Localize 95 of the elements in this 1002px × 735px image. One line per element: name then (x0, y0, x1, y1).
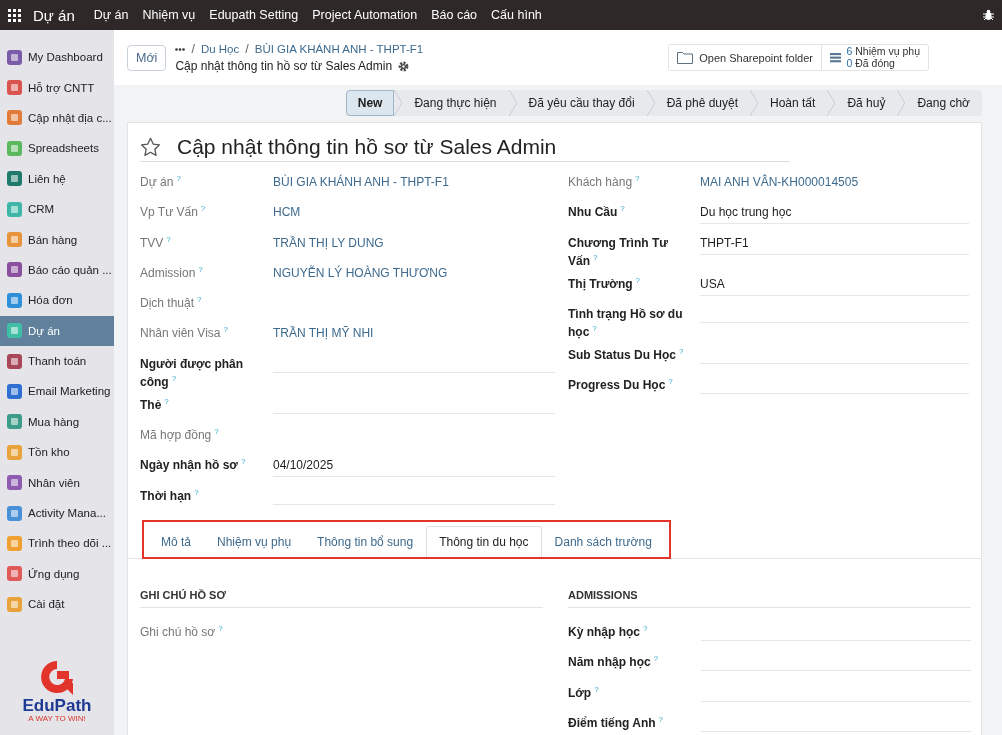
logo-tagline: A WAY TO WIN! (28, 714, 86, 723)
field-link[interactable]: BÙI GIA KHÁNH ANH - THPT-F1 (273, 173, 555, 194)
settings-icon[interactable] (398, 60, 410, 72)
field-label: Kỳ nhập học $^{?}$ (568, 622, 649, 641)
sidebar-item[interactable]: Activity Mana... (0, 497, 114, 529)
record-title: Cập nhật thông tin hồ sơ từ Sales Admin (175, 59, 393, 73)
form-title[interactable]: Cập nhật thông tin hồ sơ từ Sales Admin (177, 135, 557, 159)
menu-item[interactable]: Project Automation (305, 8, 425, 22)
field-label: Vp Tư Vấn $^{?}$ (140, 203, 207, 222)
sidebar-item[interactable]: Trình theo dõi ... (0, 528, 114, 559)
folder-icon (677, 51, 694, 64)
menu-item[interactable]: Edupath Setting (202, 8, 306, 22)
stage-button[interactable]: New (345, 90, 395, 116)
field-value[interactable]: Du học trung học (700, 203, 969, 225)
field-label: Dự án $^{?}$ (140, 173, 182, 191)
field-label: Progress Du Học $^{?}$ (568, 376, 674, 395)
field-label: Lớp $^{?}$ (568, 683, 600, 702)
field-label: Ghi chú hồ sơ $^{?}$ (140, 622, 224, 641)
field-label: Thời hạn $^{?}$ (140, 486, 200, 505)
sidebar-item[interactable]: Hóa đơn (0, 285, 114, 316)
section-title: ADMISSIONS (568, 588, 971, 608)
sidebar-item[interactable]: Cài đặt (0, 589, 114, 620)
sidebar-item[interactable]: My Dashboard (0, 42, 114, 73)
menu-item[interactable]: Cấu hình (484, 8, 549, 22)
sidebar-item[interactable]: Cập nhật địa c... (0, 102, 114, 134)
field-label: Mã hợp đồng $^{?}$ (140, 426, 220, 445)
field-label: Dịch thuật $^{?}$ (140, 294, 203, 313)
field-label: Khách hàng $^{?}$ (568, 173, 641, 191)
stage-button[interactable]: Hoàn tất (758, 90, 828, 116)
stage-button[interactable]: Đang thực hiện (402, 90, 509, 116)
chevron-divider (897, 90, 906, 116)
sidebar-item[interactable]: Ứng dụng (0, 558, 114, 590)
field-label: Thẻ $^{?}$ (140, 395, 170, 414)
stage-button[interactable]: Đã phê duyệt (654, 90, 750, 116)
tab[interactable]: Thông tin du học (426, 525, 542, 557)
field-label: Năm nhập học $^{?}$ (568, 653, 660, 672)
field-label: Admission $^{?}$ (140, 263, 204, 282)
star-icon[interactable] (140, 137, 161, 157)
field-label: TVV $^{?}$ (140, 233, 172, 252)
sidebar-item[interactable]: Nhân viên (0, 467, 114, 498)
bug-icon[interactable] (983, 9, 994, 21)
field-link[interactable]: TRẦN THỊ MỸ NHI (273, 324, 555, 346)
chevron-divider (750, 90, 758, 116)
sidebar-item[interactable]: Tồn kho (0, 437, 114, 468)
logo-icon (39, 659, 75, 697)
subtasks-stat[interactable]: 6 Nhiệm vụ phụ 0 Đã đóng (822, 45, 928, 70)
sidebar-item[interactable]: Liên hệ (0, 163, 114, 194)
field-link[interactable]: MAI ANH VÂN-KH000014505 (700, 173, 969, 194)
breadcrumb-separator: / (191, 42, 195, 56)
field-label: Ngày nhận hồ sơ $^{?}$ (140, 456, 247, 475)
field-link[interactable]: NGUYỄN LÝ HOÀNG THƯƠNG (273, 263, 555, 285)
chevron-divider (394, 90, 403, 116)
menu-item[interactable]: Báo cáo (424, 8, 485, 22)
breadcrumb-link[interactable]: BÙI GIA KHÁNH ANH - THPT-F1 (254, 43, 424, 55)
sidebar-item[interactable]: Email Marketing (0, 376, 114, 407)
field-label: Chương Trình Tư Vấn $^{?}$ (568, 234, 669, 270)
subtasks-text: 6 Nhiệm vụ phụ 0 Đã đóng (846, 45, 920, 70)
menu-item[interactable]: Dự án (86, 8, 136, 22)
field-label: Người được phân công $^{?}$ (140, 355, 245, 391)
chevron-divider (646, 90, 655, 116)
field-value[interactable]: 04/10/2025 (273, 456, 555, 478)
sidebar-item[interactable]: Mua hàng (0, 406, 114, 438)
sidebar-item[interactable]: Dự án (0, 315, 114, 346)
stage-button[interactable]: Đã yêu cầu thay đổi (516, 90, 647, 116)
menu-item[interactable]: Nhiệm vụ (135, 8, 203, 22)
sidebar-item[interactable]: Bán hàng (0, 224, 114, 255)
field-link[interactable]: TRẦN THỊ LY DUNG (273, 233, 555, 255)
field-label: Tình trạng Hồ sơ du học $^{?}$ (568, 305, 684, 341)
apps-menu-icon[interactable] (8, 8, 21, 22)
app-brand[interactable]: Dự án (33, 6, 75, 24)
create-button[interactable]: Mới (127, 44, 167, 71)
sidebar-item[interactable]: Spreadsheets (0, 133, 114, 164)
sidebar-item[interactable]: Hỗ trợ CNTT (0, 72, 114, 103)
field-label: Điểm tiếng Anh $^{?}$ (568, 713, 664, 732)
sidebar-item[interactable]: Báo cáo quản ... (0, 254, 114, 286)
sidebar-item[interactable]: Thanh toán (0, 345, 114, 377)
stage-button[interactable]: Đang chờ (905, 90, 982, 116)
field-label: Nhân viên Visa $^{?}$ (140, 324, 229, 343)
more-icon[interactable] (175, 47, 186, 51)
section-title: GHI CHÚ HỒ SƠ (140, 588, 543, 608)
field-label: Nhu Cầu $^{?}$ (568, 203, 626, 222)
logo-name: EduPath (22, 697, 92, 714)
breadcrumb-link[interactable]: Du Học (200, 43, 240, 55)
list-icon (830, 50, 842, 65)
breadcrumb-separator: / (245, 42, 249, 56)
field-value[interactable]: THPT-F1 (700, 233, 969, 255)
field-label: Sub Status Du Học $^{?}$ (568, 345, 685, 364)
sharepoint-button[interactable]: Open Sharepoint folder (669, 45, 822, 70)
sidebar-item[interactable]: CRM (0, 193, 114, 225)
field-link[interactable]: HCM (273, 203, 555, 225)
chevron-divider (508, 90, 517, 116)
field-value[interactable]: USA (700, 274, 969, 296)
field-label: Thị Trường $^{?}$ (568, 274, 641, 293)
stage-button[interactable]: Đã huỷ (835, 90, 898, 116)
chevron-divider (827, 90, 836, 116)
